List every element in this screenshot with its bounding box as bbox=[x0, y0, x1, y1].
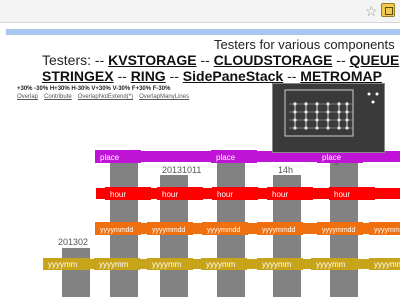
minimap-marker bbox=[367, 92, 371, 96]
bookmark-star-icon[interactable]: ☆ bbox=[365, 3, 378, 19]
route-station-label: yyyymm bbox=[262, 260, 292, 269]
route-station-label: yyyymm bbox=[48, 260, 78, 269]
minimap-station bbox=[315, 110, 319, 114]
route-station-label: hour bbox=[334, 190, 350, 199]
route-station-label: yyyymm bbox=[316, 260, 346, 269]
minimap-station bbox=[304, 118, 308, 122]
minimap-station bbox=[345, 110, 349, 114]
browser-toolbar: ☆ bbox=[0, 0, 400, 23]
route-station-label: yyyymmdd bbox=[152, 227, 186, 234]
column-label: 14h bbox=[278, 165, 293, 175]
minimap-station bbox=[293, 126, 297, 130]
minimap-station bbox=[293, 110, 297, 114]
route-station-label: hour bbox=[272, 190, 288, 199]
column-label: 20131011 bbox=[162, 165, 201, 175]
page-content: Testers for various components Testers: … bbox=[0, 23, 400, 297]
route-station-label: yyyymm bbox=[374, 260, 400, 269]
minimap-marker bbox=[375, 92, 379, 96]
column-label: 201302 bbox=[58, 237, 88, 247]
minimap-station bbox=[345, 102, 349, 106]
minimap-station bbox=[326, 126, 330, 130]
route-station-label: place bbox=[322, 153, 342, 162]
minimap[interactable] bbox=[272, 83, 385, 153]
minimap-station bbox=[304, 110, 308, 114]
route-station-label: hour bbox=[162, 190, 178, 199]
route-station-label: hour bbox=[110, 190, 126, 199]
minimap-station bbox=[337, 110, 341, 114]
timeline-column bbox=[62, 248, 90, 297]
route-station-label: yyyymmdd bbox=[374, 227, 400, 234]
minimap-station bbox=[337, 102, 341, 106]
minimap-station bbox=[337, 118, 341, 122]
notebook-extension-icon[interactable] bbox=[381, 3, 395, 17]
minimap-station bbox=[337, 126, 341, 130]
metro-map-canvas: 20131020131017BigSite2013101114h201302pl… bbox=[43, 150, 400, 297]
minimap-station bbox=[315, 126, 319, 130]
minimap-station bbox=[345, 118, 349, 122]
route-station-label: yyyymm bbox=[206, 260, 236, 269]
minimap-station bbox=[345, 126, 349, 130]
route-station-label: yyyymmdd bbox=[207, 227, 241, 234]
minimap-station bbox=[304, 126, 308, 130]
route-station-label: hour bbox=[217, 190, 233, 199]
minimap-station bbox=[326, 118, 330, 122]
route-station-label: place bbox=[216, 153, 236, 162]
route-station-label: yyyymmdd bbox=[262, 227, 296, 234]
minimap-station bbox=[304, 102, 308, 106]
minimap-station bbox=[326, 102, 330, 106]
minimap-station bbox=[326, 110, 330, 114]
minimap-marker bbox=[371, 100, 375, 104]
route-station-label: yyyymmdd bbox=[100, 227, 134, 234]
route-station-label: yyyymmdd bbox=[322, 227, 356, 234]
route-station-label: yyyymm bbox=[152, 260, 182, 269]
minimap-station bbox=[293, 118, 297, 122]
minimap-station bbox=[293, 102, 297, 106]
minimap-station bbox=[315, 118, 319, 122]
route-station-label: yyyymm bbox=[99, 260, 129, 269]
minimap-station bbox=[315, 102, 319, 106]
route-station-label: place bbox=[100, 153, 120, 162]
